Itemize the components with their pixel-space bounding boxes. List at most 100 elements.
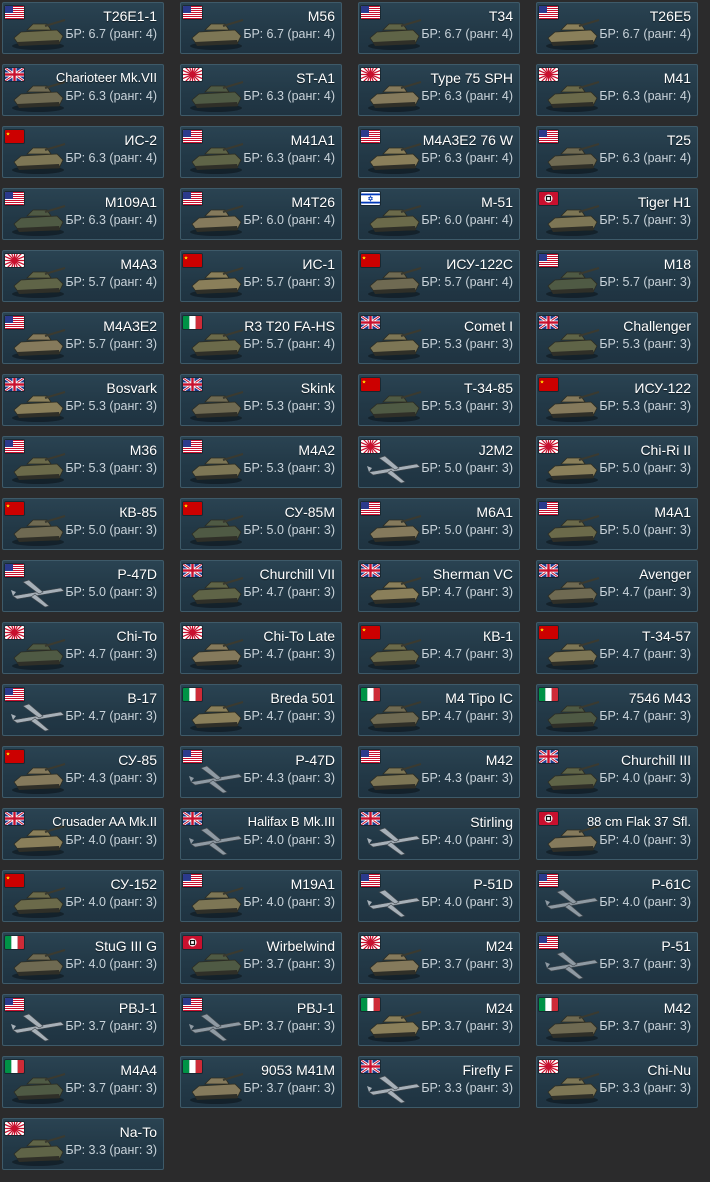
vehicle-card[interactable]: PBJ-1 БР: 3.7 (ранг: 3) — [2, 994, 164, 1046]
vehicle-card[interactable]: Chi-Ri II БР: 5.0 (ранг: 3) — [536, 436, 698, 488]
vehicle-card[interactable]: P-47D БР: 4.3 (ранг: 3) — [180, 746, 342, 798]
vehicle-card[interactable]: M4T26 БР: 6.0 (ранг: 4) — [180, 188, 342, 240]
vehicle-card[interactable]: StuG III G БР: 4.0 (ранг: 3) — [2, 932, 164, 984]
vehicle-card[interactable]: ST-A1 БР: 6.3 (ранг: 4) — [180, 64, 342, 116]
vehicle-name: Tiger H1 — [637, 194, 691, 210]
ussr-flag-icon — [361, 626, 380, 639]
vehicle-card[interactable]: B-17 БР: 4.7 (ранг: 3) — [2, 684, 164, 736]
vehicle-br: БР: 5.7 (ранг: 3) — [243, 275, 335, 289]
vehicle-card[interactable]: КВ-85 БР: 5.0 (ранг: 3) — [2, 498, 164, 550]
vehicle-card[interactable]: Comet I БР: 5.3 (ранг: 3) — [358, 312, 520, 364]
vehicle-card[interactable]: СУ-152 БР: 4.0 (ранг: 3) — [2, 870, 164, 922]
vehicle-card[interactable]: ИСУ-122С БР: 5.7 (ранг: 4) — [358, 250, 520, 302]
vehicle-card[interactable]: 7546 M43 БР: 4.7 (ранг: 3) — [536, 684, 698, 736]
vehicle-card[interactable]: ИС-2 БР: 6.3 (ранг: 4) — [2, 126, 164, 178]
vehicle-card[interactable]: J2M2 БР: 5.0 (ранг: 3) — [358, 436, 520, 488]
usa-flag-icon — [539, 502, 558, 515]
vehicle-card[interactable]: Charioteer Mk.VII БР: 6.3 (ранг: 4) — [2, 64, 164, 116]
japan-flag-icon — [5, 1122, 24, 1135]
vehicle-card[interactable]: Bosvark БР: 5.3 (ранг: 3) — [2, 374, 164, 426]
vehicle-card[interactable]: T25 БР: 6.3 (ранг: 4) — [536, 126, 698, 178]
vehicle-card[interactable]: Т-34-85 БР: 5.3 (ранг: 3) — [358, 374, 520, 426]
vehicle-card[interactable]: Churchill VII БР: 4.7 (ранг: 3) — [180, 560, 342, 612]
vehicle-card[interactable]: Challenger БР: 5.3 (ранг: 3) — [536, 312, 698, 364]
vehicle-name: M41 — [663, 70, 691, 86]
vehicle-card[interactable]: Tiger H1 БР: 5.7 (ранг: 3) — [536, 188, 698, 240]
vehicle-card[interactable]: M4A3E2 76 W БР: 6.3 (ранг: 4) — [358, 126, 520, 178]
vehicle-name: T34 — [488, 8, 513, 24]
vehicle-card[interactable]: R3 T20 FA-HS БР: 5.7 (ранг: 4) — [180, 312, 342, 364]
vehicle-br: БР: 4.3 (ранг: 3) — [421, 771, 513, 785]
vehicle-card[interactable]: Chi-To Late БР: 4.7 (ранг: 3) — [180, 622, 342, 674]
vehicle-name: Chi-To — [116, 628, 157, 644]
vehicle-card[interactable]: Stirling БР: 4.0 (ранг: 3) — [358, 808, 520, 860]
vehicle-card[interactable]: PBJ-1 БР: 3.7 (ранг: 3) — [180, 994, 342, 1046]
vehicle-card[interactable]: M24 БР: 3.7 (ранг: 3) — [358, 932, 520, 984]
vehicle-card[interactable]: M41A1 БР: 6.3 (ранг: 4) — [180, 126, 342, 178]
vehicle-card[interactable]: M4A4 БР: 3.7 (ранг: 3) — [2, 1056, 164, 1108]
vehicle-card[interactable]: M4 Tipo IC БР: 4.7 (ранг: 3) — [358, 684, 520, 736]
vehicle-card[interactable]: M4A2 БР: 5.3 (ранг: 3) — [180, 436, 342, 488]
vehicle-card[interactable]: P-51D БР: 4.0 (ранг: 3) — [358, 870, 520, 922]
vehicle-card[interactable]: M42 БР: 3.7 (ранг: 3) — [536, 994, 698, 1046]
vehicle-card[interactable]: M56 БР: 6.7 (ранг: 4) — [180, 2, 342, 54]
vehicle-card[interactable]: M4A3E2 БР: 5.7 (ранг: 3) — [2, 312, 164, 364]
vehicle-card[interactable]: Halifax B Mk.III БР: 4.0 (ранг: 3) — [180, 808, 342, 860]
vehicle-br: БР: 5.3 (ранг: 3) — [599, 399, 691, 413]
vehicle-card[interactable]: 88 cm Flak 37 Sfl. БР: 4.0 (ранг: 3) — [536, 808, 698, 860]
vehicle-name: B-17 — [127, 690, 157, 706]
vehicle-card[interactable]: Т-34-57 БР: 4.7 (ранг: 3) — [536, 622, 698, 674]
vehicle-card[interactable]: T34 БР: 6.7 (ранг: 4) — [358, 2, 520, 54]
vehicle-card[interactable]: M36 БР: 5.3 (ранг: 3) — [2, 436, 164, 488]
vehicle-card[interactable]: Chi-To БР: 4.7 (ранг: 3) — [2, 622, 164, 674]
vehicle-card[interactable]: M4A3 БР: 5.7 (ранг: 4) — [2, 250, 164, 302]
vehicle-card[interactable]: ИС-1 БР: 5.7 (ранг: 3) — [180, 250, 342, 302]
vehicle-name: КВ-85 — [119, 504, 157, 520]
vehicle-card[interactable]: M41 БР: 6.3 (ранг: 4) — [536, 64, 698, 116]
vehicle-card[interactable]: M109A1 БР: 6.3 (ранг: 4) — [2, 188, 164, 240]
vehicle-card[interactable]: Chi-Nu БР: 3.3 (ранг: 3) — [536, 1056, 698, 1108]
vehicle-name: M109A1 — [104, 194, 157, 210]
vehicle-card[interactable]: Firefly F БР: 3.3 (ранг: 3) — [358, 1056, 520, 1108]
vehicle-name: Crusader AA Mk.II — [52, 814, 157, 829]
vehicle-card[interactable]: M24 БР: 3.7 (ранг: 3) — [358, 994, 520, 1046]
vehicle-br: БР: 4.3 (ранг: 3) — [65, 771, 157, 785]
vehicle-card[interactable]: Type 75 SPH БР: 6.3 (ранг: 4) — [358, 64, 520, 116]
vehicle-card[interactable]: M4A1 БР: 5.0 (ранг: 3) — [536, 498, 698, 550]
vehicle-card[interactable]: P-61C БР: 4.0 (ранг: 3) — [536, 870, 698, 922]
vehicle-card[interactable]: Sherman VC БР: 4.7 (ранг: 3) — [358, 560, 520, 612]
vehicle-name: Wirbelwind — [266, 938, 335, 954]
vehicle-card[interactable]: Wirbelwind БР: 3.7 (ранг: 3) — [180, 932, 342, 984]
vehicle-card[interactable]: M18 БР: 5.7 (ранг: 3) — [536, 250, 698, 302]
vehicle-card[interactable]: M6A1 БР: 5.0 (ранг: 3) — [358, 498, 520, 550]
vehicle-card[interactable]: 9053 M41M БР: 3.7 (ранг: 3) — [180, 1056, 342, 1108]
vehicle-card[interactable]: Na-To БР: 3.3 (ранг: 3) — [2, 1118, 164, 1170]
vehicle-card[interactable]: M-51 БР: 6.0 (ранг: 4) — [358, 188, 520, 240]
vehicle-card[interactable]: Breda 501 БР: 4.7 (ранг: 3) — [180, 684, 342, 736]
italy-flag-icon — [5, 1060, 24, 1073]
vehicle-card[interactable]: P-51 БР: 3.7 (ранг: 3) — [536, 932, 698, 984]
vehicle-card[interactable]: Crusader AA Mk.II БР: 4.0 (ранг: 3) — [2, 808, 164, 860]
vehicle-card[interactable]: Churchill III БР: 4.0 (ранг: 3) — [536, 746, 698, 798]
vehicle-card[interactable]: M19A1 БР: 4.0 (ранг: 3) — [180, 870, 342, 922]
vehicle-br: БР: 4.0 (ранг: 3) — [243, 833, 335, 847]
vehicle-card[interactable]: КВ-1 БР: 4.7 (ранг: 3) — [358, 622, 520, 674]
vehicle-name: M4A1 — [654, 504, 691, 520]
ussr-flag-icon — [539, 378, 558, 391]
vehicle-card[interactable]: СУ-85М БР: 5.0 (ранг: 3) — [180, 498, 342, 550]
vehicle-name: Bosvark — [106, 380, 157, 396]
vehicle-card[interactable]: P-47D БР: 5.0 (ранг: 3) — [2, 560, 164, 612]
vehicle-card[interactable]: M42 БР: 4.3 (ранг: 3) — [358, 746, 520, 798]
vehicle-br: БР: 5.3 (ранг: 3) — [421, 399, 513, 413]
vehicle-card[interactable]: СУ-85 БР: 4.3 (ранг: 3) — [2, 746, 164, 798]
ussr-flag-icon — [361, 378, 380, 391]
vehicle-card[interactable]: Skink БР: 5.3 (ранг: 3) — [180, 374, 342, 426]
vehicle-card[interactable]: T26E1-1 БР: 6.7 (ранг: 4) — [2, 2, 164, 54]
vehicle-card[interactable]: ИСУ-122 БР: 5.3 (ранг: 3) — [536, 374, 698, 426]
usa-flag-icon — [5, 192, 24, 205]
vehicle-card[interactable]: T26E5 БР: 6.7 (ранг: 4) — [536, 2, 698, 54]
japan-flag-icon — [539, 1060, 558, 1073]
vehicle-name: ИСУ-122 — [634, 380, 691, 396]
vehicle-br: БР: 3.3 (ранг: 3) — [421, 1081, 513, 1095]
vehicle-card[interactable]: Avenger БР: 4.7 (ранг: 3) — [536, 560, 698, 612]
